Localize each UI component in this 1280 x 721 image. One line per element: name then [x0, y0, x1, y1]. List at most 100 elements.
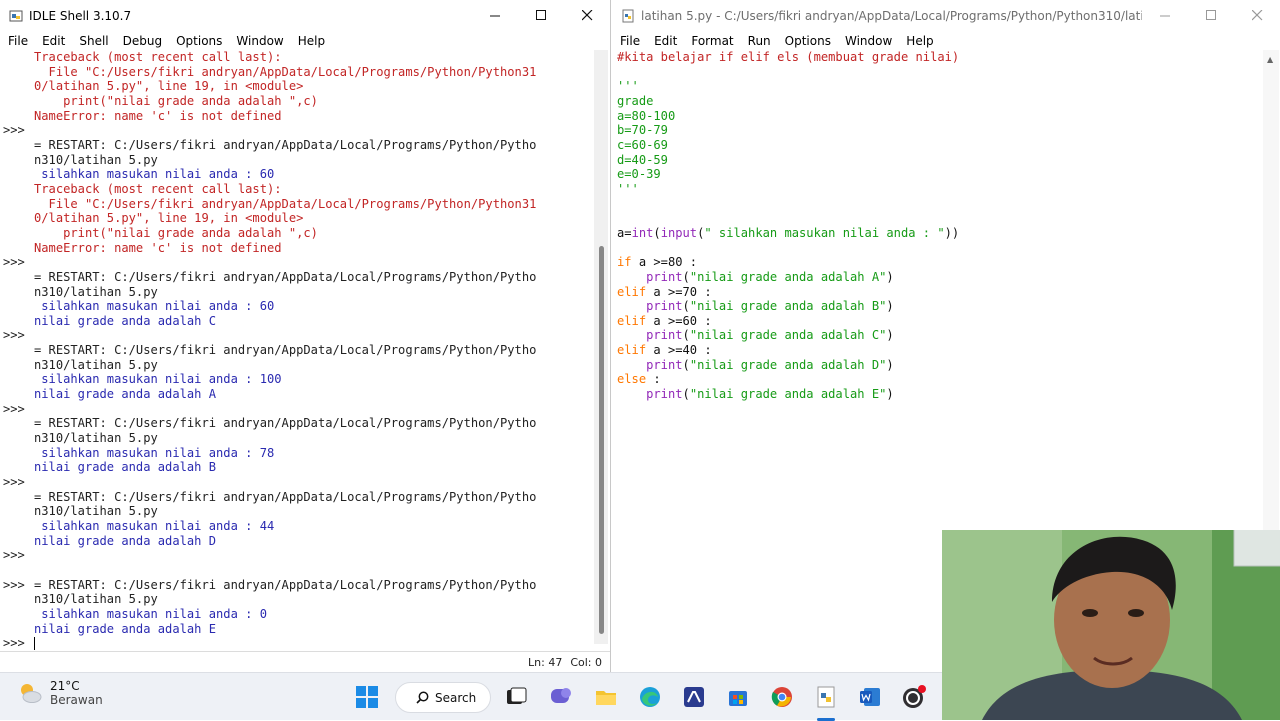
code-line: print("nilai grade anda adalah A") [617, 270, 1262, 285]
editor-close-button[interactable] [1234, 0, 1280, 31]
store-icon [729, 691, 747, 706]
minimize-icon [1159, 15, 1170, 17]
code-token: "nilai grade anda adalah B" [689, 299, 887, 314]
code-line: elif a >=40 : [617, 343, 1262, 358]
chrome-button[interactable] [768, 683, 796, 711]
maximize-button[interactable] [518, 0, 564, 31]
shell-prompt [3, 65, 33, 80]
code-line: if a >=80 : [617, 255, 1262, 270]
editor-titlebar[interactable]: latihan 5.py - C:/Users/fikri andryan/Ap… [612, 0, 1280, 31]
menu-shell[interactable]: Shell [72, 34, 115, 48]
search-label: Search [435, 690, 477, 705]
shell-prompt [3, 622, 33, 637]
menu-options[interactable]: Options [169, 34, 229, 48]
code-token: : [646, 372, 661, 387]
shell-prompt-gutter: >>> >>> >>> >>> >>> >>> >>> >>> [3, 50, 33, 651]
editor-maximize-button[interactable] [1188, 0, 1234, 31]
shell-prompt [3, 79, 33, 94]
code-token: c=60-69 [617, 137, 668, 152]
taskbar-search-box[interactable]: Search [395, 682, 491, 713]
code-line: print("nilai grade anda adalah E") [617, 387, 1262, 402]
weather-widget[interactable]: 21°C Berawan [16, 679, 103, 707]
menu-run[interactable]: Run [741, 34, 778, 48]
code-token: ''' [617, 181, 639, 196]
close-button[interactable] [564, 0, 610, 31]
code-token: print [646, 299, 683, 314]
code-token: ) [886, 387, 894, 402]
shell-prompt [3, 197, 33, 212]
shell-line: print("nilai grade anda adalah ",c) [34, 93, 318, 108]
menu-help[interactable]: Help [899, 34, 940, 48]
shell-scrollbar[interactable] [594, 50, 608, 644]
shell-output-area[interactable]: Traceback (most recent call last): File … [34, 50, 590, 651]
start-button[interactable] [353, 683, 381, 711]
menu-edit[interactable]: Edit [647, 34, 684, 48]
shell-prompt [3, 416, 33, 431]
code-line: a=int(input(" silahkan masukan nilai and… [617, 226, 1262, 241]
vs-icon [684, 687, 704, 707]
shell-scrollbar-thumb[interactable] [599, 246, 604, 634]
code-line: print("nilai grade anda adalah B") [617, 299, 1262, 314]
code-token: ( [682, 269, 690, 284]
store-button[interactable] [724, 683, 752, 711]
scroll-up-arrow-icon[interactable]: ▲ [1267, 55, 1273, 64]
word-button[interactable] [856, 683, 884, 711]
task-view-button[interactable] [502, 683, 530, 711]
code-token: ) [886, 328, 894, 343]
python-idle-button[interactable] [812, 683, 840, 711]
shell-line: = RESTART: C:/Users/fikri andryan/AppDat… [34, 489, 537, 504]
shell-prompt: >>> [3, 401, 25, 416]
shell-prompt: >>> [3, 255, 25, 270]
shell-prompt [3, 226, 33, 241]
minimize-button[interactable] [472, 0, 518, 31]
menu-window[interactable]: Window [229, 34, 290, 48]
shell-line [34, 636, 590, 651]
code-token: ( [653, 225, 661, 240]
chat-icon [551, 688, 571, 703]
editor-minimize-button[interactable] [1142, 0, 1188, 31]
obs-button[interactable] [900, 683, 928, 711]
menu-help[interactable]: Help [291, 34, 332, 48]
code-line: a=80-100 [617, 109, 1262, 124]
shell-line: nilai grade anda adalah A [34, 387, 217, 402]
shell-prompt [3, 519, 33, 534]
file-explorer-button[interactable] [592, 683, 620, 711]
code-token: a >=60 : [646, 313, 712, 328]
edge-button[interactable] [636, 683, 664, 711]
shell-prompt: >>> [3, 328, 25, 343]
shell-menubar: File Edit Shell Debug Options Window Hel… [0, 31, 610, 50]
menu-file[interactable]: File [613, 34, 647, 48]
python-idle-icon [817, 686, 835, 708]
shell-prompt [3, 285, 33, 300]
shell-prompt [3, 504, 33, 519]
code-token: print [646, 269, 683, 284]
menu-format[interactable]: Format [684, 34, 740, 48]
shell-titlebar[interactable]: IDLE Shell 3.10.7 [0, 0, 610, 31]
code-token: grade [617, 93, 654, 108]
editor-code-area[interactable]: #kita belajar if elif els (membuat grade… [617, 50, 1262, 402]
menu-window[interactable]: Window [838, 34, 899, 48]
menu-debug[interactable]: Debug [116, 34, 169, 48]
shell-prompt [3, 94, 33, 109]
code-token: e=0-39 [617, 167, 661, 182]
shell-line: nilai grade anda adalah C [34, 313, 217, 328]
menu-edit[interactable]: Edit [35, 34, 72, 48]
menu-file[interactable]: File [1, 34, 35, 48]
status-line: Ln: 47 [528, 655, 563, 669]
shell-prompt [3, 372, 33, 387]
chat-button[interactable] [547, 683, 575, 711]
code-token: #kita belajar if elif els (membuat grade… [617, 50, 960, 64]
menu-options[interactable]: Options [778, 34, 838, 48]
shell-line: nilai grade anda adalah D [34, 533, 217, 548]
idle-shell-window[interactable]: IDLE Shell 3.10.7 File Edit Shell Debug … [0, 0, 611, 672]
word-icon [860, 688, 880, 706]
shell-prompt [3, 563, 33, 578]
editor-title: latihan 5.py - C:/Users/fikri andryan/Ap… [641, 8, 1142, 23]
visual-studio-button[interactable] [680, 683, 708, 711]
code-line: #kita belajar if elif els (membuat grade… [617, 50, 1262, 65]
